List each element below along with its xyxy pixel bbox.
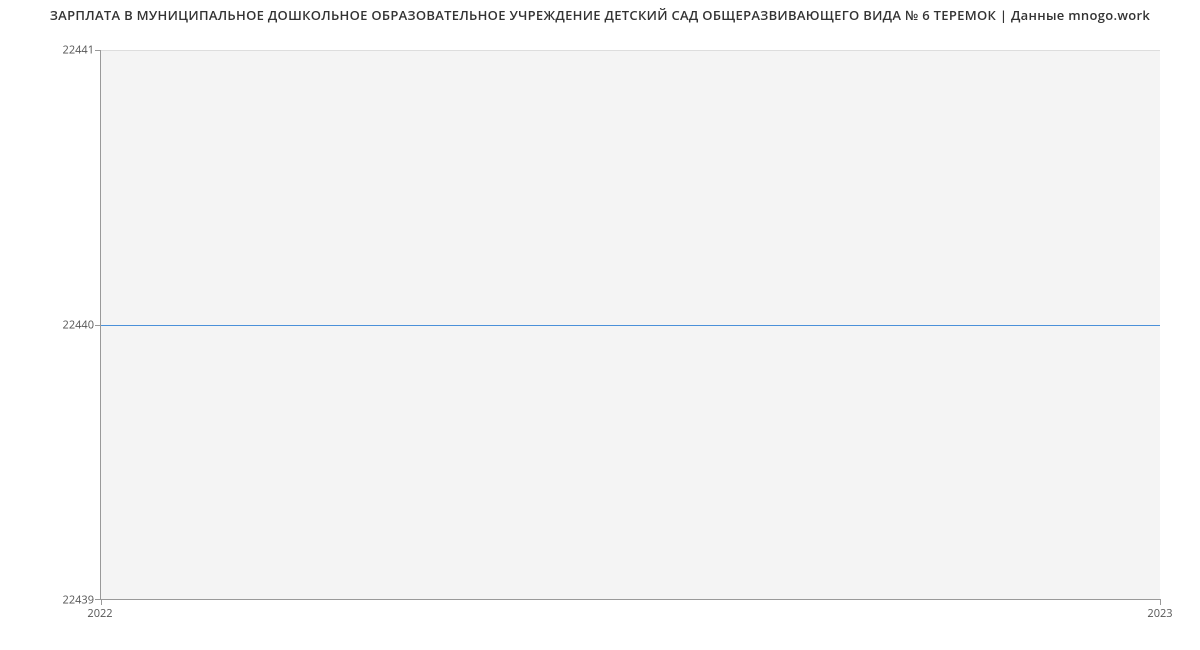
series-line-salary: [101, 325, 1160, 326]
x-tick-label: 2022: [87, 606, 112, 621]
x-tick-label: 2023: [1147, 606, 1172, 621]
chart-title: ЗАРПЛАТА В МУНИЦИПАЛЬНОЕ ДОШКОЛЬНОЕ ОБРА…: [0, 6, 1200, 24]
y-tick-label: 22440: [4, 318, 94, 333]
salary-line-chart: ЗАРПЛАТА В МУНИЦИПАЛЬНОЕ ДОШКОЛЬНОЕ ОБРА…: [0, 0, 1200, 650]
y-tick-label: 22439: [4, 593, 94, 608]
plot-area: [100, 50, 1160, 600]
y-tick-label: 22441: [4, 43, 94, 58]
